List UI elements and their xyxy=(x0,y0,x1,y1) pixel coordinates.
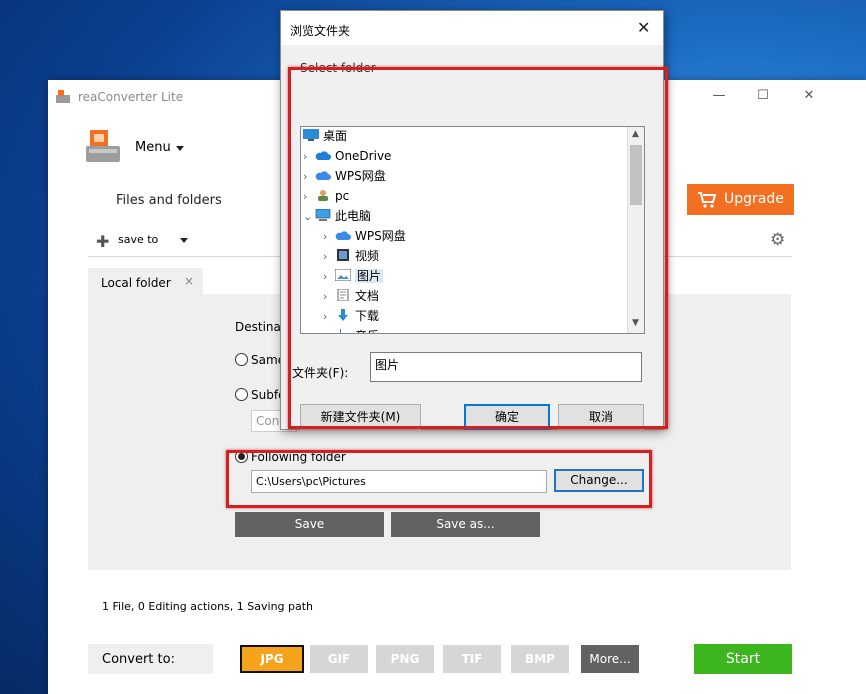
following-folder-label: Following folder xyxy=(251,450,346,464)
save-as-button[interactable]: Save as... xyxy=(391,512,540,537)
pictures-icon xyxy=(335,269,351,281)
chevron-right-icon[interactable]: › xyxy=(323,227,335,247)
save-to-button[interactable]: save to xyxy=(118,233,158,246)
folder-label: 文件夹(F): xyxy=(292,366,349,380)
menu-button[interactable]: Menu xyxy=(135,140,171,155)
save-to-caret-icon[interactable] xyxy=(180,238,188,243)
files-and-folders-link[interactable]: Files and folders xyxy=(116,193,222,208)
minimize-button[interactable]: — xyxy=(708,86,730,106)
tab-label: Local folder xyxy=(101,276,171,290)
format-gif[interactable]: GIF xyxy=(310,645,368,673)
music-icon xyxy=(340,329,341,333)
tree-item-videos[interactable]: › 视频 xyxy=(323,246,379,266)
plus-icon[interactable]: ✚ xyxy=(96,232,109,251)
tree-item-label: 图片 xyxy=(355,269,384,283)
scrollbar-thumb[interactable] xyxy=(630,145,642,205)
chevron-right-icon[interactable]: › xyxy=(303,167,315,187)
chevron-right-icon[interactable]: › xyxy=(323,327,335,333)
cloud-icon xyxy=(315,171,331,180)
user-icon xyxy=(318,190,328,201)
computer-icon xyxy=(315,209,331,221)
convert-to-box: Convert to: xyxy=(88,644,213,674)
format-jpg[interactable]: JPG xyxy=(240,645,304,673)
chevron-right-icon[interactable]: › xyxy=(323,287,335,307)
scroll-down-icon[interactable]: ▼ xyxy=(632,318,639,328)
chevron-right-icon[interactable]: › xyxy=(323,307,335,327)
upgrade-button[interactable]: Upgrade xyxy=(687,184,794,215)
menu-caret-icon xyxy=(176,146,184,151)
dialog-close-icon[interactable]: ✕ xyxy=(637,18,650,37)
tree-item-label: pc xyxy=(335,189,350,203)
format-bmp[interactable]: BMP xyxy=(511,645,569,673)
upgrade-label: Upgrade xyxy=(724,191,784,207)
tree-scrollbar[interactable]: ▲ ▼ xyxy=(627,127,644,333)
chevron-down-icon[interactable]: ⌄ xyxy=(303,207,315,227)
tree-item-label: 桌面 xyxy=(323,129,348,143)
video-icon xyxy=(337,249,349,261)
download-icon xyxy=(338,309,348,321)
cart-icon xyxy=(698,192,717,208)
radio-following-folder[interactable] xyxy=(235,450,248,463)
start-button[interactable]: Start xyxy=(694,644,792,674)
tree-item-label: 下载 xyxy=(355,309,380,323)
folder-path-input[interactable]: C:\Users\pc\Pictures xyxy=(251,470,547,493)
minimize-icon: — xyxy=(712,88,726,103)
folder-tree[interactable]: 桌面 › OneDrive › WPS网盘 › pc ⌄ 此电脑 › WPS网盘 › 视频 … xyxy=(300,126,645,334)
radio-same[interactable] xyxy=(235,353,248,366)
format-png[interactable]: PNG xyxy=(376,645,434,673)
maximize-button[interactable]: ☐ xyxy=(752,86,774,106)
new-folder-button[interactable]: 新建文件夹(M) xyxy=(300,404,421,430)
tree-item-pictures[interactable]: › 图片 xyxy=(323,266,384,287)
ok-button[interactable]: 确定 xyxy=(464,404,550,430)
format-tif[interactable]: TIF xyxy=(443,645,501,673)
dialog-title: 浏览文件夹 xyxy=(290,24,351,38)
desktop-icon xyxy=(303,129,319,141)
tree-item-label: 视频 xyxy=(355,249,380,263)
tree-item-desktop[interactable]: 桌面 xyxy=(303,127,348,146)
status-text: 1 File, 0 Editing actions, 1 Saving path xyxy=(102,600,314,613)
tree-item-music[interactable]: › 音乐 xyxy=(323,326,379,333)
tab-close-icon[interactable]: × xyxy=(184,274,194,288)
chevron-right-icon[interactable]: › xyxy=(323,267,335,287)
save-button[interactable]: Save xyxy=(235,512,384,537)
tree-item-label: 此电脑 xyxy=(335,209,372,223)
convert-to-label: Convert to: xyxy=(102,652,175,667)
select-folder-label: Select folder xyxy=(300,61,376,75)
chevron-right-icon[interactable]: › xyxy=(323,247,335,267)
close-icon: ✕ xyxy=(803,88,815,103)
maximize-icon: ☐ xyxy=(757,88,769,103)
cloud-icon xyxy=(335,231,351,240)
gear-icon[interactable]: ⚙ xyxy=(770,230,785,250)
document-icon xyxy=(337,289,349,301)
cloud-icon xyxy=(315,151,331,160)
tree-item-label: 音乐 xyxy=(355,329,379,333)
chevron-right-icon[interactable]: › xyxy=(303,147,315,167)
chevron-right-icon[interactable]: › xyxy=(303,187,315,207)
tree-item-wps-cloud-sub[interactable]: › WPS网盘 xyxy=(323,226,406,246)
format-more-button[interactable]: More... xyxy=(581,645,639,673)
menu-logo-icon[interactable] xyxy=(86,130,122,164)
tree-item-wps-cloud[interactable]: › WPS网盘 xyxy=(303,166,386,186)
app-logo-icon xyxy=(56,90,70,103)
tree-item-label: WPS网盘 xyxy=(355,229,406,243)
tree-item-documents[interactable]: › 文档 xyxy=(323,286,379,306)
tree-item-this-pc[interactable]: ⌄ 此电脑 xyxy=(303,206,371,226)
tree-item-label: 文档 xyxy=(355,289,380,303)
tree-item-pc-user[interactable]: › pc xyxy=(303,186,349,206)
cancel-button[interactable]: 取消 xyxy=(558,404,644,430)
tab-local-folder[interactable]: Local folder × xyxy=(88,268,203,295)
change-button[interactable]: Change... xyxy=(554,469,644,492)
tree-item-label: WPS网盘 xyxy=(335,169,386,183)
browse-folder-dialog: 浏览文件夹 ✕ Select folder 桌面 › OneDrive › WPS网… xyxy=(280,10,664,430)
folder-name-input[interactable]: 图片 xyxy=(370,352,642,382)
close-button[interactable]: ✕ xyxy=(798,86,820,106)
window-title: reaConverter Lite xyxy=(78,90,184,104)
tree-item-onedrive[interactable]: › OneDrive xyxy=(303,146,391,166)
radio-subfolder[interactable] xyxy=(235,388,248,401)
tree-item-label: OneDrive xyxy=(335,149,392,163)
scroll-up-icon[interactable]: ▲ xyxy=(632,129,639,139)
tree-item-downloads[interactable]: › 下载 xyxy=(323,306,379,326)
